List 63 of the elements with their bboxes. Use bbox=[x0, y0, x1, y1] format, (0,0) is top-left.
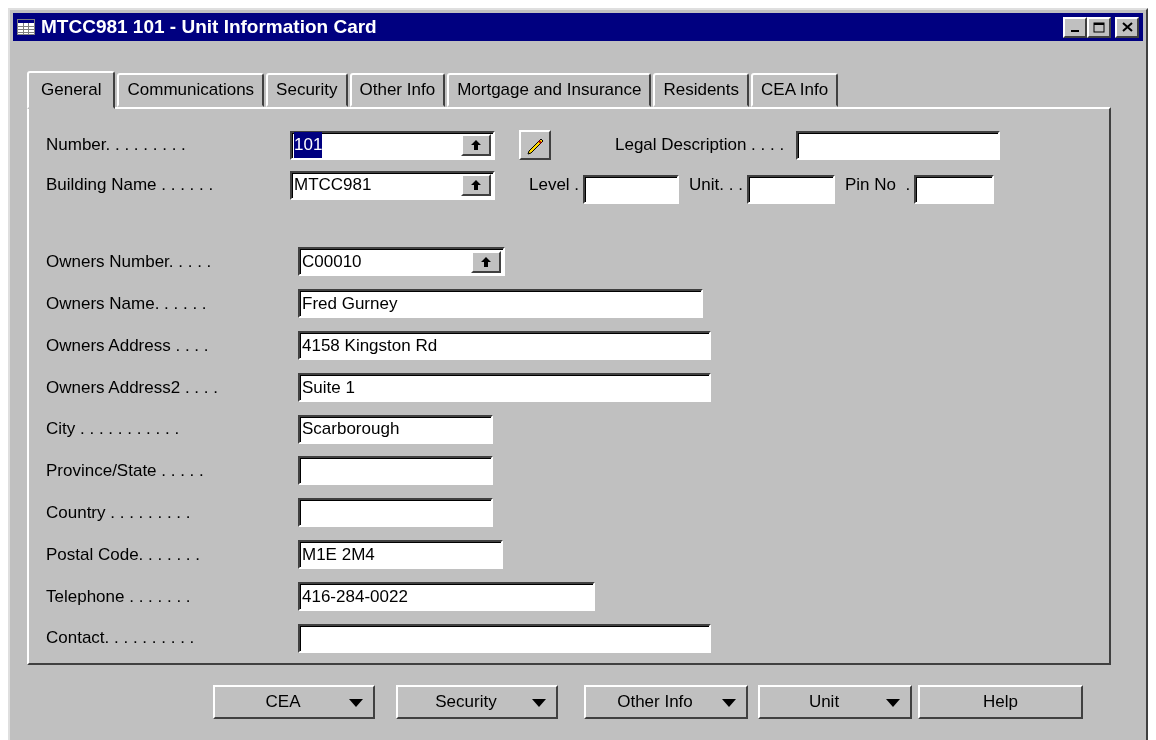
field-label: Contact. . . . . . . . . . bbox=[46, 627, 196, 650]
lookup-button[interactable] bbox=[461, 134, 491, 156]
lookup-button[interactable] bbox=[461, 174, 491, 196]
tab[interactable]: Residents bbox=[653, 73, 750, 107]
toolbar-button[interactable]: Security bbox=[396, 685, 558, 719]
field-label: Owners Address2 . . . . bbox=[46, 376, 219, 399]
field-label: Owners Name. . . . . . bbox=[46, 292, 208, 315]
table-icon bbox=[17, 19, 35, 35]
field-label: Legal Description . . . . bbox=[615, 134, 785, 157]
tab[interactable]: Security bbox=[266, 73, 348, 107]
tab[interactable]: General bbox=[27, 71, 116, 109]
input-field[interactable]: MTCC981 bbox=[290, 170, 495, 200]
field-label: Number. . . . . . . . . bbox=[46, 134, 187, 157]
field-label: Building Name . . . . . . bbox=[46, 174, 215, 197]
close-icon bbox=[1121, 22, 1133, 32]
field-label: Postal Code. . . . . . . bbox=[46, 543, 201, 566]
input-field[interactable]: C00010 bbox=[298, 247, 505, 277]
input-field[interactable] bbox=[796, 130, 1001, 160]
up-arrow-icon bbox=[470, 179, 482, 191]
field-label: Level . bbox=[529, 174, 580, 197]
caret-icon bbox=[349, 699, 363, 707]
lookup-button[interactable] bbox=[471, 250, 501, 273]
tab[interactable]: Other Info bbox=[349, 73, 446, 107]
field-label: City . . . . . . . . . . . bbox=[46, 418, 181, 441]
caret-icon bbox=[532, 699, 546, 707]
input-field[interactable] bbox=[583, 174, 680, 204]
minimize-icon bbox=[1071, 30, 1079, 32]
caret-icon bbox=[886, 699, 900, 707]
input-field[interactable]: 101 bbox=[290, 130, 495, 160]
window-title: MTCC981 101 - Unit Information Card bbox=[41, 14, 377, 39]
minimize-button[interactable] bbox=[1063, 16, 1087, 38]
field-label: Owners Address . . . . bbox=[46, 334, 210, 357]
input-field[interactable]: Scarborough bbox=[298, 414, 493, 444]
toolbar-button[interactable]: Other Info bbox=[584, 685, 748, 719]
input-field[interactable]: M1E 2M4 bbox=[298, 539, 503, 569]
maximize-icon bbox=[1093, 21, 1105, 33]
input-field[interactable] bbox=[914, 174, 995, 204]
tab[interactable]: Mortgage and Insurance bbox=[447, 73, 652, 107]
caret-icon bbox=[722, 699, 736, 707]
up-arrow-icon bbox=[470, 139, 482, 151]
input-field[interactable] bbox=[298, 456, 493, 486]
field-label: Country . . . . . . . . . bbox=[46, 501, 192, 524]
input-field[interactable]: Suite 1 bbox=[298, 372, 711, 402]
close-button[interactable] bbox=[1115, 16, 1139, 38]
toolbar-button[interactable]: Help bbox=[918, 685, 1083, 719]
edit-button[interactable] bbox=[519, 130, 551, 160]
tab[interactable]: Communications bbox=[117, 73, 265, 107]
toolbar-button[interactable]: Unit bbox=[758, 685, 912, 719]
field-label: Owners Number. . . . . bbox=[46, 251, 213, 274]
tab[interactable]: CEA Info bbox=[751, 73, 839, 107]
field-label: Unit. . . bbox=[689, 174, 743, 197]
input-field[interactable] bbox=[298, 623, 711, 653]
field-label: Pin No . bbox=[844, 174, 911, 197]
toolbar-button[interactable]: CEA bbox=[213, 685, 375, 719]
input-field[interactable] bbox=[746, 174, 835, 204]
input-field[interactable] bbox=[298, 498, 493, 528]
maximize-button[interactable] bbox=[1087, 16, 1111, 38]
field-label: Telephone . . . . . . . bbox=[46, 585, 192, 608]
up-arrow-icon bbox=[480, 255, 492, 268]
field-label: Province/State . . . . . bbox=[46, 460, 205, 483]
input-field[interactable]: Fred Gurney bbox=[298, 289, 703, 319]
input-field[interactable]: 4158 Kingston Rd bbox=[298, 331, 711, 360]
input-field[interactable]: 416-284-0022 bbox=[298, 581, 595, 611]
